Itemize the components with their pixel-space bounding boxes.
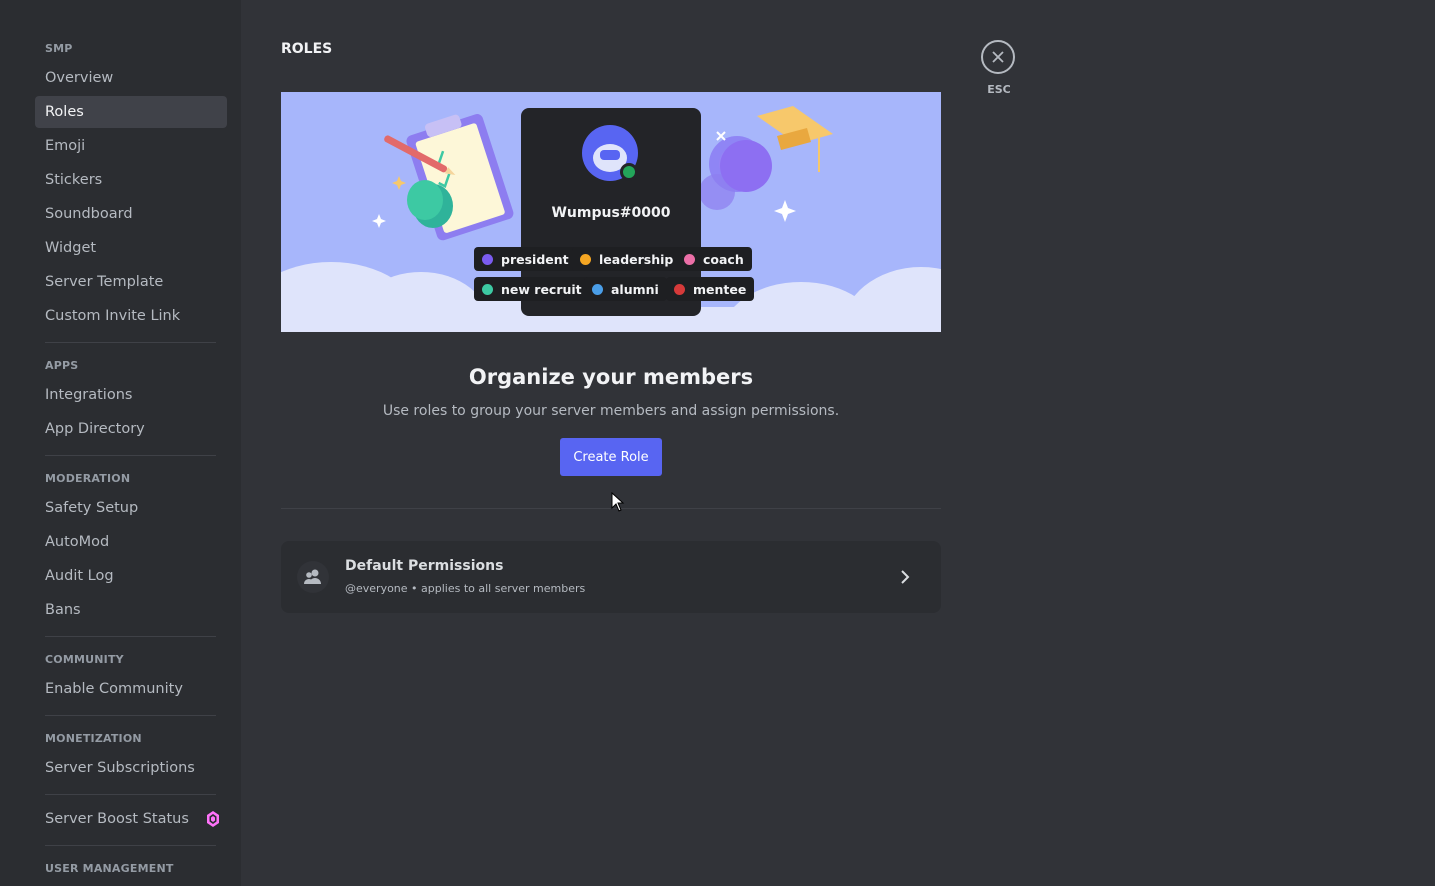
section-header-apps: APPS bbox=[45, 359, 79, 372]
mouse-cursor-icon bbox=[611, 492, 625, 512]
sidebar-divider bbox=[45, 715, 216, 716]
role-color-dot bbox=[592, 283, 603, 295]
role-chip-new-recruit: new recruit bbox=[474, 277, 590, 301]
section-header-moderation: MODERATION bbox=[45, 472, 131, 485]
section-header-server: SMP bbox=[45, 42, 73, 55]
default-permissions-row[interactable]: Default Permissions @everyone • applies … bbox=[281, 541, 941, 613]
page-title: ROLES bbox=[281, 41, 333, 57]
role-chip-label: leadership bbox=[599, 251, 674, 267]
close-icon bbox=[992, 51, 1004, 63]
sidebar-item-server-boost-status[interactable]: Server Boost Status bbox=[35, 803, 227, 835]
sidebar-item-stickers[interactable]: Stickers bbox=[35, 164, 227, 196]
members-icon bbox=[297, 561, 329, 593]
sidebar-item-emoji[interactable]: Emoji bbox=[35, 130, 227, 162]
create-role-button[interactable]: Create Role bbox=[560, 438, 662, 476]
sidebar-item-soundboard[interactable]: Soundboard bbox=[35, 198, 227, 230]
role-chip-coach: coach bbox=[676, 247, 752, 271]
default-permissions-title: Default Permissions bbox=[345, 558, 504, 574]
sidebar-item-enable-community[interactable]: Enable Community bbox=[35, 673, 227, 705]
close-button[interactable] bbox=[981, 40, 1015, 74]
role-color-dot bbox=[580, 253, 591, 265]
sidebar-item-widget[interactable]: Widget bbox=[35, 232, 227, 264]
sidebar-item-audit-log[interactable]: Audit Log bbox=[35, 560, 227, 592]
section-header-monetization: MONETIZATION bbox=[45, 732, 142, 745]
role-color-dot bbox=[482, 253, 493, 265]
sidebar-item-overview[interactable]: Overview bbox=[35, 62, 227, 94]
sidebar-item-server-template[interactable]: Server Template bbox=[35, 266, 227, 298]
role-chip-label: mentee bbox=[693, 281, 747, 297]
roles-content: ROLES Wumpus#0000 president leadership c… bbox=[281, 0, 941, 886]
sidebar-item-bans[interactable]: Bans bbox=[35, 594, 227, 626]
roles-illustration: Wumpus#0000 president leadership coach n… bbox=[281, 92, 941, 332]
sidebar-divider bbox=[45, 794, 216, 795]
sidebar-item-server-subscriptions[interactable]: Server Subscriptions bbox=[35, 752, 227, 784]
profile-username: Wumpus#0000 bbox=[551, 205, 671, 221]
sidebar-divider bbox=[45, 636, 216, 637]
sidebar-item-automod[interactable]: AutoMod bbox=[35, 526, 227, 558]
sidebar-item-roles[interactable]: Roles bbox=[35, 96, 227, 128]
empty-state-description: Use roles to group your server members a… bbox=[382, 403, 840, 419]
role-color-dot bbox=[674, 283, 685, 295]
default-permissions-subtitle: @everyone • applies to all server member… bbox=[345, 582, 586, 595]
settings-sidebar: SMP Overview Roles Emoji Stickers Soundb… bbox=[0, 0, 241, 886]
sidebar-item-app-directory[interactable]: App Directory bbox=[35, 413, 227, 445]
sidebar-item-custom-invite-link[interactable]: Custom Invite Link bbox=[35, 300, 227, 332]
online-status-icon bbox=[623, 166, 635, 178]
boost-gem-icon bbox=[207, 811, 219, 827]
role-chip-label: coach bbox=[703, 251, 744, 267]
role-chip-label: new recruit bbox=[501, 281, 582, 297]
role-chip-alumni: alumni bbox=[584, 277, 667, 301]
role-chip-label: alumni bbox=[611, 281, 659, 297]
sidebar-divider bbox=[45, 455, 216, 456]
role-chip-leadership: leadership bbox=[572, 247, 682, 271]
sidebar-item-integrations[interactable]: Integrations bbox=[35, 379, 227, 411]
role-chip-mentee: mentee bbox=[666, 277, 755, 301]
section-header-user-management: USER MANAGEMENT bbox=[45, 862, 174, 875]
section-header-community: COMMUNITY bbox=[45, 653, 124, 666]
chevron-right-icon bbox=[901, 570, 910, 584]
role-chip-label: president bbox=[501, 251, 569, 267]
sidebar-divider bbox=[45, 342, 216, 343]
sidebar-divider bbox=[45, 845, 216, 846]
sidebar-item-label: Server Boost Status bbox=[45, 811, 189, 827]
sidebar-item-safety-setup[interactable]: Safety Setup bbox=[35, 492, 227, 524]
role-chip-president: president bbox=[474, 247, 577, 271]
esc-label: ESC bbox=[987, 83, 1011, 96]
close-settings: ESC bbox=[980, 40, 1018, 96]
avatar bbox=[582, 125, 638, 181]
role-color-dot bbox=[482, 283, 493, 295]
empty-state-heading: Organize your members bbox=[468, 365, 754, 389]
role-color-dot bbox=[684, 253, 695, 265]
